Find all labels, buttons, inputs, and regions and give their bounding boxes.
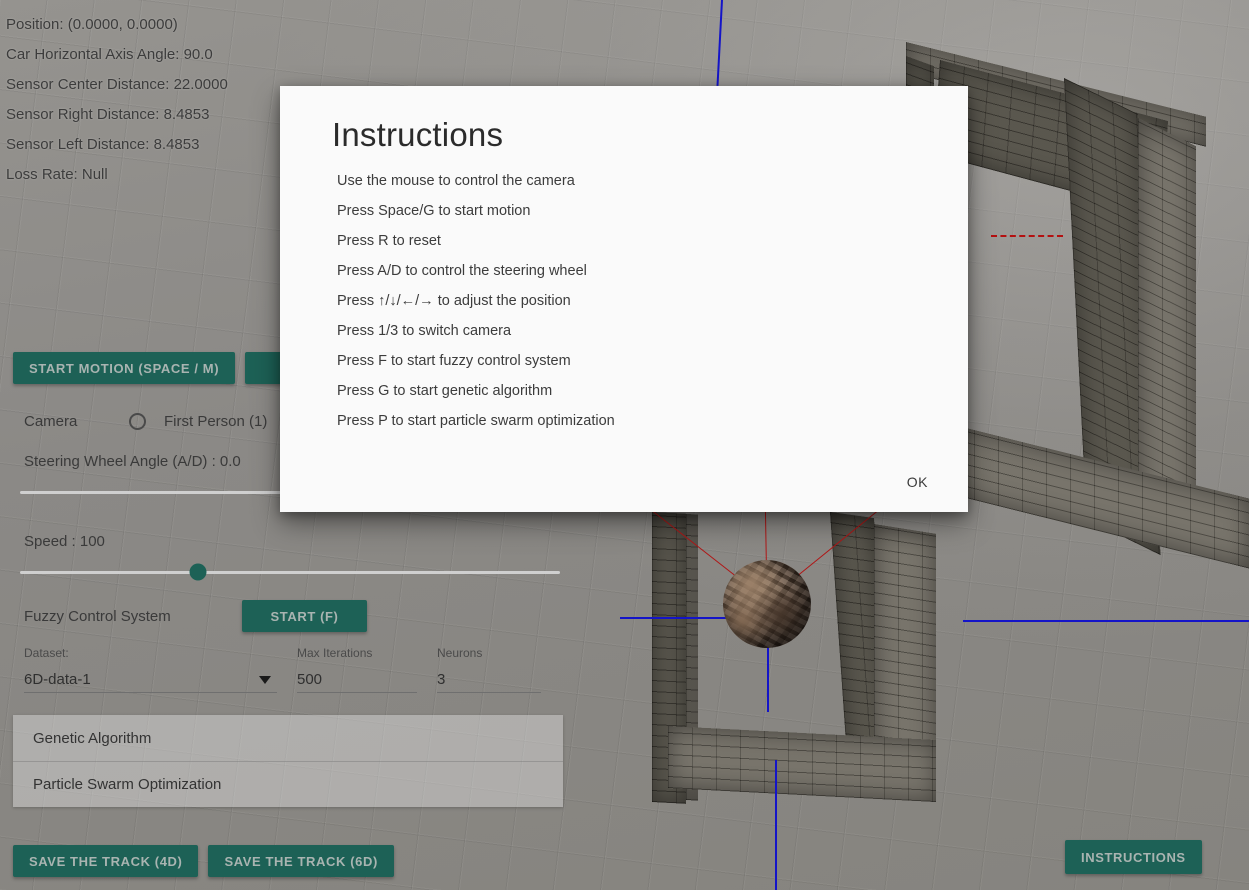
panel-genetic-algorithm[interactable]: Genetic Algorithm — [13, 715, 563, 761]
fuzzy-control-row: Fuzzy Control System START (F) — [0, 594, 580, 638]
instruction-item: Press 1/3 to switch camera — [337, 323, 512, 339]
dataset-label: Dataset: — [24, 646, 69, 660]
status-position: Position: (0.0000, 0.0000) — [6, 16, 178, 33]
steering-angle-label: Steering Wheel Angle (A/D) : 0.0 — [24, 452, 241, 470]
save-track-button-row: SAVE THE TRACK (4D) SAVE THE TRACK (6D) — [13, 845, 394, 877]
neurons-label: Neurons — [437, 646, 483, 660]
fuzzy-start-button[interactable]: START (F) — [242, 600, 367, 632]
instruction-item: Press Space/G to start motion — [337, 203, 531, 219]
status-sensor-right: Sensor Right Distance: 8.4853 — [6, 106, 210, 123]
instructions-dialog: Instructions Use the mouse to control th… — [280, 86, 968, 512]
status-hud: Position: (0.0000, 0.0000) Car Horizonta… — [0, 0, 228, 190]
axis-line-horizontal-left — [620, 617, 730, 619]
algorithm-panels: Genetic Algorithm Particle Swarm Optimiz… — [13, 715, 563, 807]
panel-particle-swarm-optimization[interactable]: Particle Swarm Optimization — [13, 761, 563, 807]
car-sphere — [723, 560, 811, 648]
speed-label-row: Speed : 100 — [0, 524, 580, 558]
speed-slider-thumb[interactable] — [189, 563, 207, 581]
instruction-item: Press P to start particle swarm optimiza… — [337, 413, 615, 429]
neurons-input[interactable]: 3 — [437, 667, 541, 693]
instruction-item: Press R to reset — [337, 233, 441, 249]
instruction-item: Press ↑/↓/←/→ to adjust the position — [337, 293, 571, 309]
start-motion-button[interactable]: START MOTION (SPACE / M) — [13, 352, 236, 384]
dialog-title: Instructions — [332, 116, 504, 153]
finish-line-marker — [991, 235, 1063, 237]
instruction-item: Press G to start genetic algorithm — [337, 383, 553, 399]
camera-label: Camera — [24, 412, 78, 430]
save-track-4d-button[interactable]: SAVE THE TRACK (4D) — [13, 845, 199, 877]
speed-label: Speed : 100 — [24, 532, 105, 550]
dataset-field[interactable]: Dataset: 6D-data-1 — [24, 646, 277, 693]
instruction-item: Use the mouse to control the camera — [337, 173, 575, 189]
status-sensor-left: Sensor Left Distance: 8.4853 — [6, 136, 200, 153]
save-track-6d-button[interactable]: SAVE THE TRACK (6D) — [208, 845, 394, 877]
max-iterations-input[interactable]: 500 — [297, 667, 417, 693]
instructions-button[interactable]: INSTRUCTIONS — [1065, 840, 1202, 874]
instruction-item: Press F to start fuzzy control system — [337, 353, 571, 369]
instruction-item: Press A/D to control the steering wheel — [337, 263, 587, 279]
fuzzy-control-label: Fuzzy Control System — [24, 607, 171, 625]
status-sensor-center: Sensor Center Distance: 22.0000 — [6, 76, 228, 93]
camera-first-person-radio[interactable] — [129, 412, 146, 430]
axis-line-vertical-bottom — [775, 760, 777, 890]
dataset-select-value[interactable]: 6D-data-1 — [24, 667, 277, 693]
parameters-row: Dataset: 6D-data-1 Max Iterations 500 Ne… — [0, 646, 580, 693]
track-wall-bottom-bar — [668, 726, 936, 803]
max-iterations-label: Max Iterations — [297, 646, 373, 660]
speed-slider[interactable] — [20, 558, 560, 586]
dialog-ok-button[interactable]: OK — [899, 468, 936, 496]
camera-first-person-label[interactable]: First Person (1) — [164, 413, 267, 430]
neurons-field[interactable]: Neurons 3 — [437, 646, 541, 693]
max-iterations-field[interactable]: Max Iterations 500 — [297, 646, 417, 693]
speed-slider-track[interactable] — [20, 563, 560, 581]
simulator-app: Position: (0.0000, 0.0000) Car Horizonta… — [0, 0, 1249, 890]
instructions-list: Use the mouse to control the camera Pres… — [337, 166, 940, 436]
axis-line-vertical-top — [716, 0, 723, 86]
axis-line-horizontal-right — [963, 620, 1249, 622]
status-car-angle: Car Horizontal Axis Angle: 90.0 — [6, 46, 213, 63]
status-loss-rate: Loss Rate: Null — [6, 166, 108, 183]
